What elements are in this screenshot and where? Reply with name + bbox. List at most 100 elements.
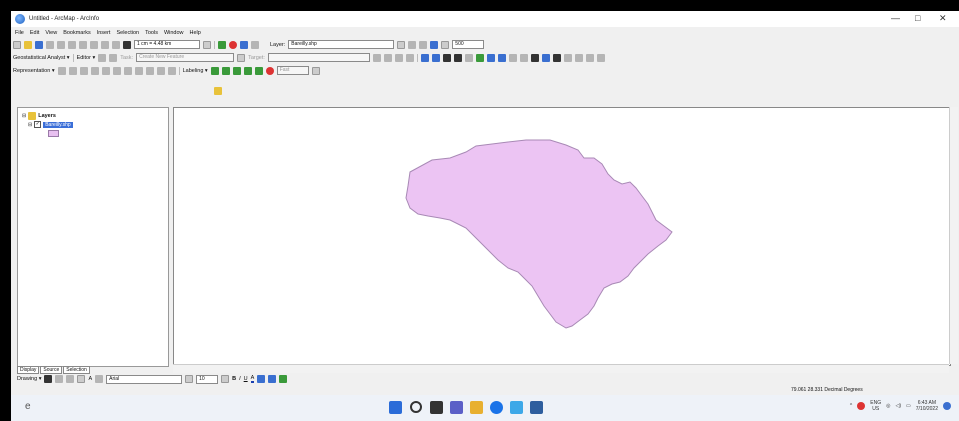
rep-move-icon[interactable] [68, 66, 77, 75]
flicker-rate-input[interactable]: 500 [452, 40, 485, 49]
label-priority-icon[interactable] [221, 66, 230, 75]
rep-curve-icon[interactable] [123, 66, 132, 75]
layer-name-label[interactable]: Bareilly.shp [43, 121, 73, 128]
font-size-dropdown-icon[interactable] [221, 375, 230, 383]
zoom-out-icon[interactable] [431, 53, 440, 62]
zoom-in-icon[interactable] [420, 53, 429, 62]
network-icon[interactable]: ◎ [886, 403, 890, 409]
labeling-speed-select[interactable]: Fast [276, 66, 309, 75]
edge-icon[interactable]: e [25, 401, 31, 412]
pan-icon[interactable] [464, 53, 473, 62]
paste-icon[interactable] [79, 40, 87, 49]
rep-erase-icon[interactable] [79, 66, 88, 75]
labeling-menu[interactable]: Labeling ▾ [183, 68, 208, 74]
file-explorer-icon[interactable] [470, 401, 483, 414]
layer-select[interactable]: Bareilly.shp [288, 40, 395, 49]
menu-bookmarks[interactable]: Bookmarks [63, 30, 91, 36]
volume-icon[interactable]: ◁) [896, 403, 902, 409]
chat-icon[interactable] [450, 401, 463, 414]
new-text-icon[interactable]: A [88, 376, 92, 382]
tray-chevron-icon[interactable]: ^ [850, 403, 852, 409]
copy-icon[interactable] [68, 40, 76, 49]
windows-start-icon[interactable] [389, 401, 402, 414]
representation-menu[interactable]: Representation ▾ [13, 68, 55, 74]
rep-arrow-icon[interactable] [145, 66, 154, 75]
select-features-icon[interactable] [508, 53, 517, 62]
bold-button[interactable]: B [232, 376, 236, 382]
tab-selection[interactable]: Selection [63, 366, 90, 374]
italic-button[interactable]: I [239, 376, 241, 382]
flicker-icon[interactable] [430, 40, 439, 49]
menu-help[interactable]: Help [190, 30, 201, 36]
task-view-icon[interactable] [430, 401, 443, 414]
layer-dropdown-icon[interactable] [397, 40, 406, 49]
fixed-zoom-in-icon[interactable] [442, 53, 451, 62]
underline-button[interactable]: U [244, 376, 248, 382]
notifications-icon[interactable] [943, 402, 951, 410]
font-select[interactable]: Arial [106, 374, 183, 384]
map-horizontal-scrollbar[interactable] [173, 364, 949, 373]
effects-icon[interactable] [408, 40, 417, 49]
new-document-icon[interactable] [13, 40, 21, 49]
font-color-icon[interactable]: A [250, 375, 255, 383]
find-icon[interactable] [552, 53, 561, 62]
clock[interactable]: 6:43 AM 7/10/2022 [916, 400, 938, 412]
target-select[interactable] [267, 53, 370, 62]
collapse-toggle-icon[interactable]: ⊟ [28, 122, 32, 128]
menu-file[interactable]: File [15, 30, 24, 36]
rotate-icon[interactable] [55, 375, 64, 383]
drawing-menu[interactable]: Drawing ▾ [17, 376, 41, 382]
clear-selection-icon[interactable] [519, 53, 528, 62]
task-select[interactable]: Create New Feature [136, 53, 235, 62]
delete-icon[interactable] [90, 40, 98, 49]
map-vertical-scrollbar[interactable] [949, 107, 958, 364]
task-dropdown-icon[interactable] [237, 53, 246, 62]
label-weights-icon[interactable] [232, 66, 241, 75]
layer-visibility-checkbox[interactable]: ✓ [34, 121, 42, 128]
menu-edit[interactable]: Edit [30, 30, 39, 36]
rep-warp-icon[interactable] [101, 66, 110, 75]
print-icon[interactable] [46, 40, 54, 49]
close-button[interactable]: ✕ [939, 13, 947, 24]
geostatistical-analyst-menu[interactable]: Geostatistical Analyst ▾ [13, 55, 70, 61]
menu-view[interactable]: View [45, 30, 57, 36]
edit-tool-icon[interactable] [98, 53, 107, 62]
toc-layer-row[interactable]: ⊟ ✓ Bareilly.shp [28, 121, 73, 128]
split-tool-icon[interactable] [372, 53, 381, 62]
menu-window[interactable]: Window [164, 30, 184, 36]
zoom-to-selected-icon[interactable] [66, 375, 75, 383]
map-scale-combo[interactable]: 1 cm = 4.48 km [134, 40, 200, 49]
store-icon[interactable] [510, 401, 523, 414]
fixed-zoom-out-icon[interactable] [453, 53, 462, 62]
menu-selection[interactable]: Selection [116, 30, 139, 36]
editor-toolbar-icon[interactable] [218, 40, 226, 49]
battery-icon[interactable]: ▭ [906, 403, 911, 409]
font-dropdown-icon[interactable] [185, 375, 194, 383]
rep-reshape-icon[interactable] [90, 66, 99, 75]
rep-properties-icon[interactable] [167, 66, 176, 75]
edit-vertices-icon[interactable] [95, 375, 104, 383]
collapse-toggle-icon[interactable]: ⊟ [22, 113, 26, 119]
view-unplaced-labels-icon[interactable] [265, 66, 274, 75]
identify-icon[interactable] [541, 53, 550, 62]
forward-extent-icon[interactable] [497, 53, 506, 62]
select-elements-icon[interactable] [44, 375, 53, 383]
redo-icon[interactable] [112, 40, 120, 49]
cut-icon[interactable] [57, 40, 65, 49]
toc-layers-row[interactable]: ⊟ Layers [22, 112, 56, 120]
undo-icon[interactable] [101, 40, 109, 49]
polygon-symbol-swatch[interactable] [48, 130, 59, 137]
sketch-tool-icon[interactable] [109, 53, 118, 62]
language-indicator[interactable]: ENG US [870, 400, 881, 412]
rep-line-icon[interactable] [112, 66, 121, 75]
whats-this-icon[interactable] [251, 40, 259, 49]
line-color-icon[interactable] [268, 375, 277, 383]
rep-draw-icon[interactable] [134, 66, 143, 75]
full-extent-icon[interactable] [475, 53, 484, 62]
add-data-icon[interactable] [123, 40, 131, 49]
attributes-icon[interactable] [394, 53, 403, 62]
editor-menu[interactable]: Editor ▾ [77, 55, 96, 61]
tab-display[interactable]: Display [17, 366, 40, 374]
minimize-button[interactable]: — [891, 13, 900, 23]
rectangle-icon[interactable] [77, 375, 86, 383]
